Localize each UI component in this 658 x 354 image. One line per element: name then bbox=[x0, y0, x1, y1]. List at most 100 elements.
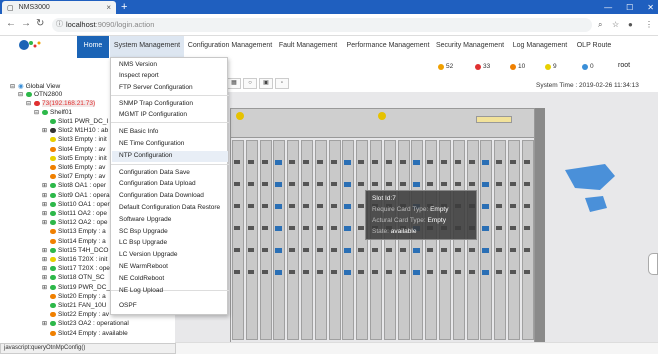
chassis-card[interactable] bbox=[314, 140, 327, 340]
expand-icon[interactable]: ⊞ bbox=[42, 265, 48, 272]
expand-icon[interactable]: ⊞ bbox=[42, 182, 48, 189]
refresh-icon[interactable]: ○ bbox=[243, 78, 257, 89]
tree-slot[interactable]: Slot5 Empty : init bbox=[42, 155, 107, 162]
menu-item[interactable]: LC Version Upgrade bbox=[119, 251, 178, 258]
expand-icon[interactable]: ⊞ bbox=[42, 201, 48, 208]
expand-icon[interactable]: ⊞ bbox=[42, 274, 48, 281]
expand-icon[interactable]: ⊞ bbox=[42, 127, 48, 134]
menu-item[interactable]: SC Bsp Upgrade bbox=[119, 228, 168, 235]
menu-item[interactable]: Configuration Data Upload bbox=[119, 180, 196, 187]
close-tab-icon[interactable]: × bbox=[106, 3, 111, 12]
tree-ne[interactable]: ⊟ 73(192.168.21.73) bbox=[26, 100, 96, 107]
back-icon[interactable]: ← bbox=[6, 18, 16, 29]
nav-security-management[interactable]: Security Management bbox=[434, 36, 506, 58]
chassis-card[interactable] bbox=[232, 140, 244, 340]
side-panel-handle[interactable] bbox=[648, 253, 658, 275]
collapse-icon[interactable]: ⊟ bbox=[10, 83, 16, 90]
chassis-card[interactable] bbox=[356, 140, 369, 340]
menu-item[interactable]: Configuration Data Download bbox=[119, 192, 204, 199]
menu-item[interactable]: NE ColdReboot bbox=[119, 275, 164, 282]
chassis-card[interactable] bbox=[259, 140, 272, 340]
tree-slot[interactable]: ⊞ Slot23 OA2 : operational bbox=[42, 320, 129, 327]
menu-item[interactable]: SNMP Trap Configuration bbox=[119, 100, 193, 107]
menu-item[interactable]: NE Log Upload bbox=[119, 287, 163, 294]
horizontal-scrollbar[interactable] bbox=[175, 342, 658, 354]
tree-slot[interactable]: ⊞ Slot11 OA2 : ope bbox=[42, 210, 107, 217]
tree-slot[interactable]: Slot13 Empty : a bbox=[42, 228, 106, 235]
close-window-button[interactable]: ✕ bbox=[647, 3, 654, 12]
alarm-major-counter[interactable]: 33 bbox=[475, 63, 490, 70]
tree-slot[interactable]: Slot21 FAN_10U bbox=[42, 302, 106, 309]
chassis-card[interactable] bbox=[508, 140, 520, 340]
menu-item[interactable]: MGMT IP Configuration bbox=[119, 111, 187, 118]
tree-slot[interactable]: ⊞ Slot12 OA2 : ope bbox=[42, 219, 108, 226]
chassis-card[interactable] bbox=[245, 140, 258, 340]
alarm-critical-counter[interactable]: 52 bbox=[438, 63, 453, 70]
chassis-card[interactable] bbox=[439, 140, 451, 340]
tree-otn[interactable]: ⊟ OTN2800 bbox=[18, 91, 62, 98]
tree-slot[interactable]: ⊞ Slot2 M1H10 : ab bbox=[42, 127, 108, 134]
menu-item[interactable]: Configuration Data Save bbox=[119, 169, 190, 176]
reload-icon[interactable]: ↻ bbox=[36, 18, 44, 29]
chassis-card[interactable] bbox=[425, 140, 438, 340]
nav-log-management[interactable]: Log Management bbox=[510, 36, 570, 58]
menu-item[interactable]: NE Time Configuration bbox=[119, 140, 184, 147]
alarm-minor-counter[interactable]: 10 bbox=[510, 63, 525, 70]
account-icon[interactable]: ● bbox=[628, 20, 633, 29]
chassis-card[interactable] bbox=[273, 140, 286, 340]
chassis-card[interactable] bbox=[342, 140, 355, 340]
expand-icon[interactable]: ⊞ bbox=[42, 284, 48, 291]
chassis-card[interactable] bbox=[370, 140, 382, 340]
nav-olp-route[interactable]: OLP Route bbox=[572, 36, 616, 58]
alarm-warning-counter[interactable]: 9 bbox=[545, 63, 557, 70]
tree-slot[interactable]: ⊞ Slot10 OA1 : oper bbox=[42, 201, 110, 208]
menu-item[interactable]: NMS Version bbox=[119, 61, 157, 68]
expand-icon[interactable]: ⊞ bbox=[42, 192, 48, 199]
grid-icon[interactable]: ▦ bbox=[227, 78, 241, 89]
chassis-card[interactable] bbox=[301, 140, 313, 340]
menu-item[interactable]: LC Bsp Upgrade bbox=[119, 239, 167, 246]
tree-slot[interactable]: Slot14 Empty : a bbox=[42, 238, 106, 245]
chassis-card[interactable] bbox=[328, 140, 341, 340]
chassis-card[interactable] bbox=[397, 140, 410, 340]
current-user[interactable]: root bbox=[618, 62, 630, 69]
nav-system-management[interactable]: System Management bbox=[110, 36, 184, 58]
menu-item[interactable]: OSPF bbox=[119, 302, 137, 309]
bookmark-star-icon[interactable]: ☆ bbox=[612, 20, 619, 29]
expand-icon[interactable]: ⊞ bbox=[42, 256, 48, 263]
chassis-card[interactable] bbox=[287, 140, 300, 340]
chassis-card[interactable] bbox=[411, 140, 424, 340]
menu-item[interactable]: NTP Configuration bbox=[119, 152, 172, 159]
tree-shelf[interactable]: ⊟ Shelf01 bbox=[34, 109, 72, 116]
expand-icon[interactable]: ⊞ bbox=[42, 320, 48, 327]
menu-item[interactable]: Default Configuration Data Restore bbox=[119, 204, 220, 211]
forward-icon[interactable]: → bbox=[21, 18, 31, 29]
save-icon[interactable]: ▣ bbox=[259, 78, 273, 89]
menu-item[interactable]: NE Basic Info bbox=[119, 128, 158, 135]
nav-fault-management[interactable]: Fault Management bbox=[276, 36, 340, 58]
nav-performance-management[interactable]: Performance Management bbox=[344, 36, 432, 58]
info-icon[interactable]: ⓘ bbox=[56, 18, 63, 32]
expand-icon[interactable]: ⊞ bbox=[42, 219, 48, 226]
tree-slot[interactable]: ⊞ Slot17 T20X : ope bbox=[42, 265, 110, 272]
tree-slot[interactable]: Slot4 Empty : av bbox=[42, 146, 105, 153]
chassis-card[interactable] bbox=[521, 140, 534, 340]
tree-slot[interactable]: ⊞ Slot18 OTN_SC bbox=[42, 274, 105, 281]
zoom-icon[interactable]: ⌕ bbox=[598, 20, 602, 30]
tree-slot[interactable]: Slot1 PWR_DC_I bbox=[42, 118, 108, 125]
collapse-icon[interactable]: ⊟ bbox=[34, 109, 40, 116]
browser-tab[interactable]: ▢ NMS3000 × bbox=[2, 1, 116, 14]
tree-slot[interactable]: ⊞ Slot16 T20X : init bbox=[42, 256, 107, 263]
collapse-icon[interactable]: ⊟ bbox=[18, 91, 24, 98]
tree-slot[interactable]: ⊞ Slot15 T4H_DCO bbox=[42, 247, 108, 254]
alarm-info-counter[interactable]: 0 bbox=[582, 63, 594, 70]
chassis-card[interactable] bbox=[494, 140, 507, 340]
minimize-button[interactable]: — bbox=[604, 3, 612, 12]
tree-slot[interactable]: Slot22 Empty : av bbox=[42, 311, 109, 318]
chassis-card[interactable] bbox=[452, 140, 465, 340]
tree-slot[interactable]: ⊞ Slot8 OA1 : oper bbox=[42, 182, 106, 189]
new-tab-button[interactable]: + bbox=[121, 1, 127, 13]
tree-slot[interactable]: ⊞ Slot9 OA1 : opera bbox=[42, 192, 110, 199]
chassis-card[interactable] bbox=[466, 140, 479, 340]
lock-icon[interactable]: ▫ bbox=[275, 78, 289, 89]
